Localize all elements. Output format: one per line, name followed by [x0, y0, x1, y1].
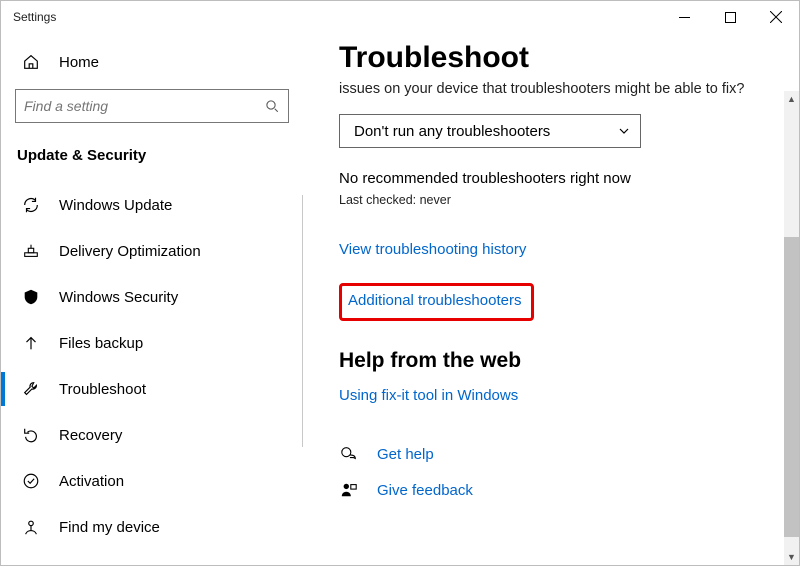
delivery-icon [21, 242, 41, 260]
minimize-button[interactable] [661, 1, 707, 33]
section-title: Update & Security [15, 147, 289, 164]
scrollbar-up-arrow[interactable]: ▲ [784, 91, 799, 107]
get-help-row[interactable]: Get help [339, 445, 781, 463]
sidebar-item-label: Windows Update [59, 197, 172, 214]
additional-troubleshooters-highlight: Additional troubleshooters [339, 283, 534, 321]
search-input[interactable] [15, 89, 289, 123]
dropdown-value: Don't run any troubleshooters [354, 123, 550, 140]
last-checked-text: Last checked: never [339, 193, 781, 207]
sidebar-item-recovery[interactable]: Recovery [15, 412, 289, 458]
sidebar-item-label: Activation [59, 473, 124, 490]
help-chat-icon [339, 445, 359, 463]
sidebar-item-label: Find my device [59, 519, 160, 536]
sync-icon [21, 196, 41, 214]
get-help-link[interactable]: Get help [377, 446, 434, 463]
give-feedback-link[interactable]: Give feedback [377, 482, 473, 499]
sidebar-item-label: Windows Security [59, 289, 178, 306]
backup-icon [21, 334, 41, 352]
sidebar-item-label: Recovery [59, 427, 122, 444]
footer-links: Get help Give feedback [339, 445, 781, 499]
sidebar-item-windows-security[interactable]: Windows Security [15, 274, 289, 320]
page-title: Troubleshoot [339, 41, 781, 75]
window-title: Settings [13, 10, 56, 24]
view-history-link[interactable]: View troubleshooting history [339, 241, 526, 258]
nav-list: Windows Update Delivery Optimization Win… [15, 182, 289, 550]
feedback-icon [339, 481, 359, 499]
check-circle-icon [21, 472, 41, 490]
close-button[interactable] [753, 1, 799, 33]
chevron-down-icon [618, 125, 630, 137]
sidebar-item-label: Troubleshoot [59, 381, 146, 398]
scrollbar[interactable]: ▲ ▼ [784, 91, 799, 565]
intro-text-truncated: issues on your device that troubleshoote… [339, 79, 781, 100]
shield-icon [21, 288, 41, 306]
home-icon [21, 53, 41, 71]
additional-troubleshooters-link[interactable]: Additional troubleshooters [348, 292, 521, 309]
fixit-tool-link[interactable]: Using fix-it tool in Windows [339, 387, 518, 404]
home-label: Home [59, 54, 99, 71]
no-recommended-text: No recommended troubleshooters right now [339, 170, 781, 187]
sidebar-item-troubleshoot[interactable]: Troubleshoot [15, 366, 289, 412]
search-icon [265, 99, 280, 114]
home-nav[interactable]: Home [15, 41, 289, 83]
sidebar-item-label: Files backup [59, 335, 143, 352]
window-controls [661, 1, 799, 33]
sidebar-item-windows-update[interactable]: Windows Update [15, 182, 289, 228]
content-area: Home Update & Security Windows Update De… [1, 33, 799, 565]
sidebar-item-find-my-device[interactable]: Find my device [15, 504, 289, 550]
give-feedback-row[interactable]: Give feedback [339, 481, 781, 499]
location-icon [21, 518, 41, 536]
sidebar-item-delivery-optimization[interactable]: Delivery Optimization [15, 228, 289, 274]
sidebar-item-label: Delivery Optimization [59, 243, 201, 260]
maximize-button[interactable] [707, 1, 753, 33]
sidebar: Home Update & Security Windows Update De… [1, 33, 303, 565]
troubleshooter-mode-dropdown[interactable]: Don't run any troubleshooters [339, 114, 641, 148]
scrollbar-down-arrow[interactable]: ▼ [784, 549, 799, 565]
sidebar-item-activation[interactable]: Activation [15, 458, 289, 504]
help-from-web-header: Help from the web [339, 349, 781, 373]
scrollbar-thumb[interactable] [784, 237, 799, 537]
search-field[interactable] [24, 98, 265, 114]
main-pane: Troubleshoot issues on your device that … [303, 33, 799, 565]
recovery-icon [21, 426, 41, 444]
wrench-icon [21, 380, 41, 398]
sidebar-item-files-backup[interactable]: Files backup [15, 320, 289, 366]
